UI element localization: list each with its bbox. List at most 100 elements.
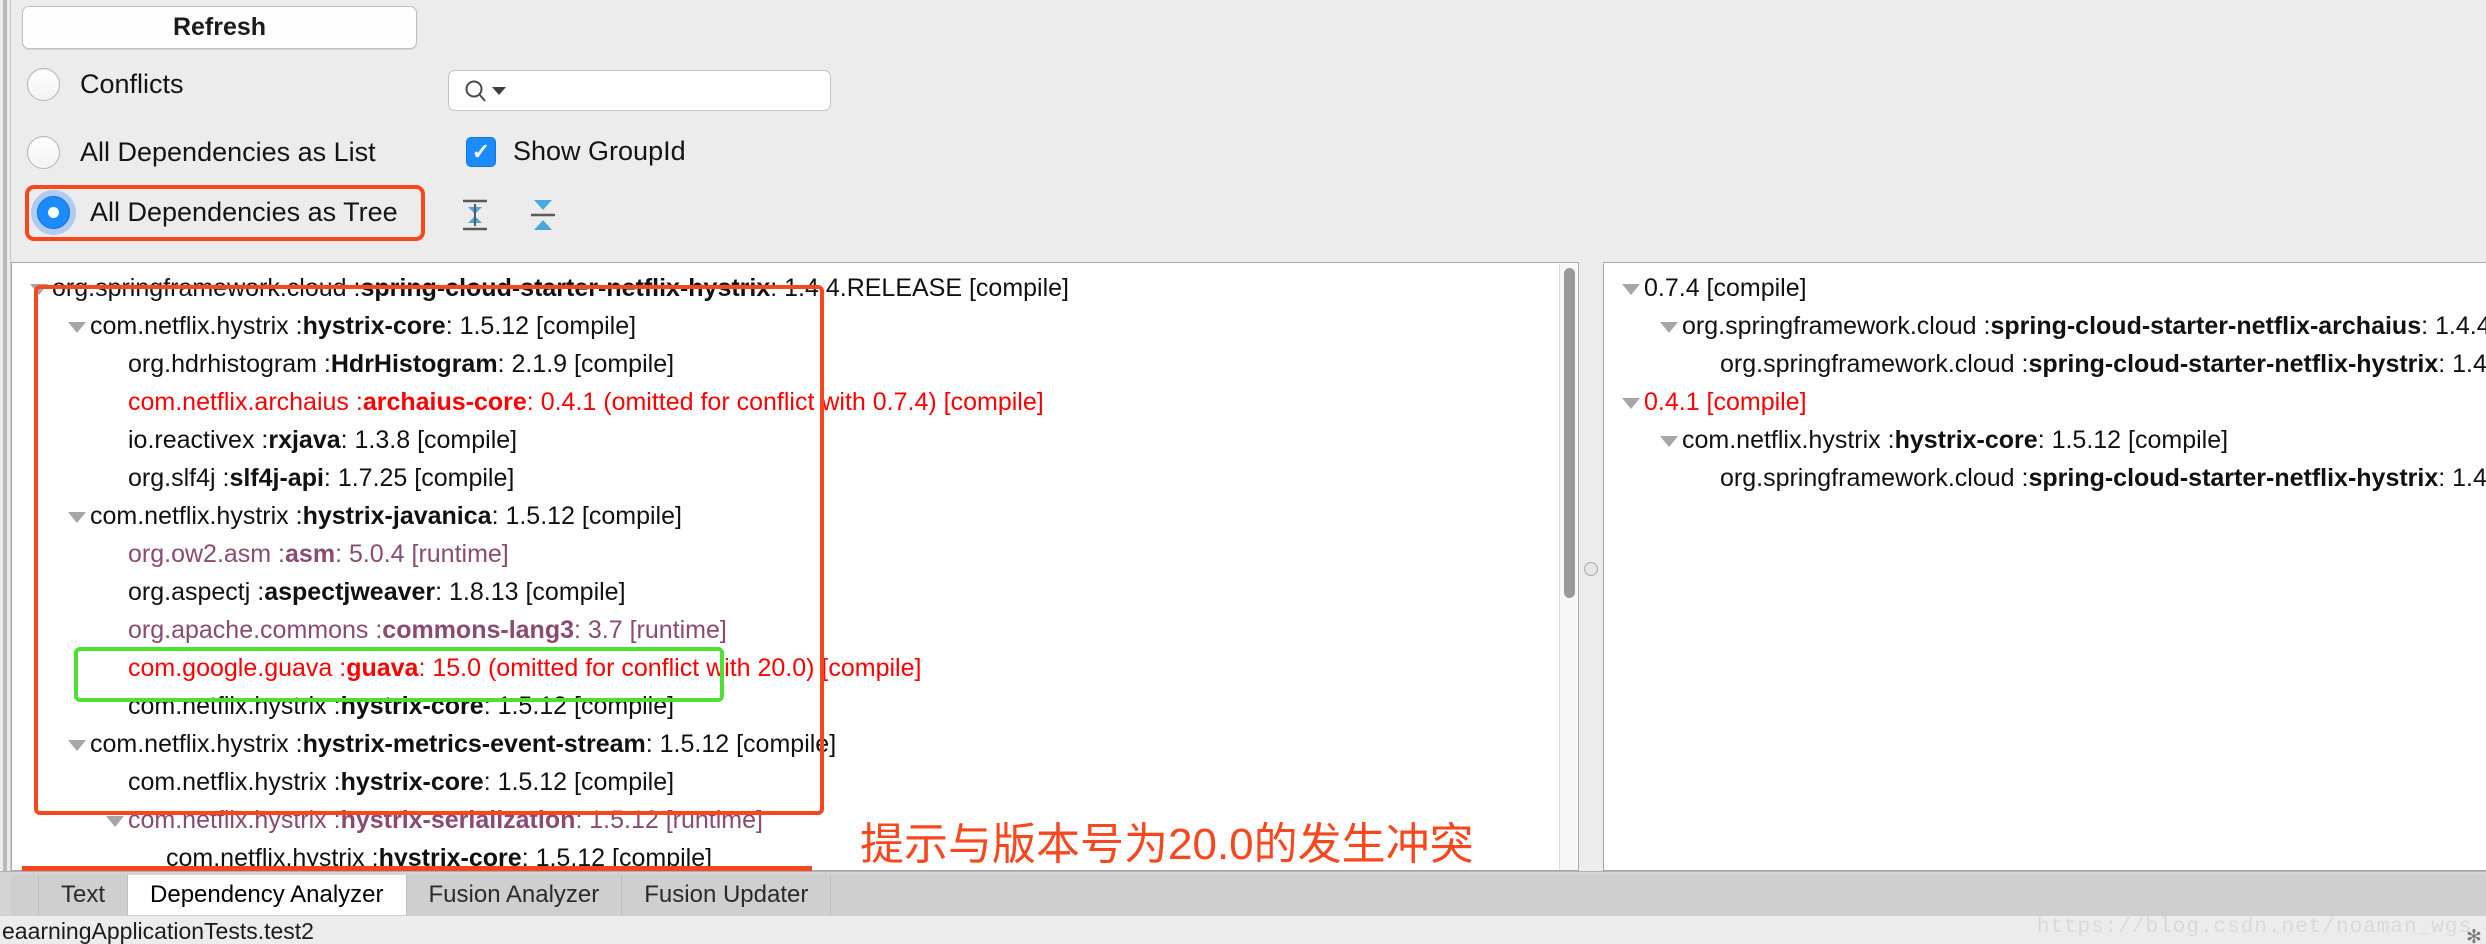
refresh-button[interactable]: Refresh <box>22 6 417 49</box>
pane-splitter[interactable] <box>1579 262 1603 871</box>
artifact-id-text: hystrix-serialization <box>340 805 576 834</box>
analyzer-panes: org.springframework.cloud : spring-cloud… <box>11 262 2486 871</box>
artifact-id-text: archaius-core <box>362 387 527 416</box>
tree-row[interactable]: com.netflix.hystrix : hystrix-javanica :… <box>12 497 1578 535</box>
tab-fusion-updater[interactable]: Fusion Updater <box>622 875 832 915</box>
radio-option-conflicts[interactable]: Conflicts <box>27 68 184 101</box>
tree-row-spacer <box>102 383 128 421</box>
tree-row[interactable]: com.netflix.hystrix : hystrix-serializat… <box>12 801 1578 839</box>
coordinate-text: org.aspectj : <box>128 577 265 606</box>
tree-row[interactable]: 0.7.4 [compile] <box>1604 269 2486 307</box>
dependency-tree-left[interactable]: org.springframework.cloud : spring-cloud… <box>12 263 1578 870</box>
coordinate-text: : 1.4.4.RELEASE [compile] <box>2438 463 2486 492</box>
tree-row[interactable]: org.springframework.cloud : spring-cloud… <box>1604 459 2486 497</box>
tab-text[interactable]: Text <box>39 875 129 915</box>
artifact-id-text: hystrix-javanica <box>302 501 492 530</box>
coordinate-text: : 1.3.8 [compile] <box>340 425 518 454</box>
tree-expand-arrow-icon[interactable] <box>1656 421 1682 459</box>
tree-row[interactable]: org.springframework.cloud : spring-cloud… <box>1604 345 2486 383</box>
tree-row-spacer <box>102 763 128 801</box>
tree-row[interactable]: org.slf4j : slf4j-api : 1.7.25 [compile] <box>12 459 1578 497</box>
tree-row[interactable]: org.springframework.cloud : spring-cloud… <box>1604 307 2486 345</box>
radio-indicator-conflicts[interactable] <box>27 68 60 101</box>
coordinate-text: : 1.5.12 [compile] <box>491 501 682 530</box>
splitter-knob[interactable] <box>1584 562 1598 576</box>
tree-row[interactable]: org.ow2.asm : asm : 5.0.4 [runtime] <box>12 535 1578 573</box>
radio-label-conflicts: Conflicts <box>80 69 184 99</box>
coordinate-text: org.hdrhistogram : <box>128 349 331 378</box>
tree-expand-arrow-icon[interactable] <box>1656 307 1682 345</box>
collapse-all-button[interactable] <box>524 196 562 234</box>
tree-row[interactable]: com.netflix.hystrix : hystrix-core : 1.5… <box>12 687 1578 725</box>
tree-expand-arrow-icon[interactable] <box>1618 383 1644 421</box>
status-bar: eaarningApplicationTests.test2 https://b… <box>0 915 2486 944</box>
tree-tool-buttons <box>456 196 562 234</box>
coordinate-text: com.netflix.hystrix : <box>128 691 341 720</box>
show-groupid-checkbox[interactable]: ✓ <box>466 136 496 167</box>
search-input[interactable] <box>515 77 815 104</box>
artifact-id-text: hystrix-core <box>340 691 484 720</box>
tree-expand-arrow-icon[interactable] <box>64 497 90 535</box>
tree-row-spacer <box>102 535 128 573</box>
tree-expand-arrow-icon[interactable] <box>1618 269 1644 307</box>
coordinate-text: : 1.4.4.RELEASE [compile] <box>770 273 1070 302</box>
radio-label-tree: All Dependencies as Tree <box>90 197 398 227</box>
tree-row[interactable]: org.aspectj : aspectjweaver : 1.8.13 [co… <box>12 573 1578 611</box>
tree-row[interactable]: org.hdrhistogram : HdrHistogram : 2.1.9 … <box>12 345 1578 383</box>
tree-row[interactable]: org.springframework.cloud : spring-cloud… <box>12 269 1578 307</box>
tree-row[interactable]: com.netflix.hystrix : hystrix-core : 1.5… <box>12 763 1578 801</box>
radio-indicator-list[interactable] <box>27 136 60 169</box>
tab-fusion-analyzer[interactable]: Fusion Analyzer <box>406 875 623 915</box>
tree-row-spacer <box>1694 345 1720 383</box>
radio-option-all-dependencies-as-tree[interactable]: All Dependencies as Tree <box>37 196 398 229</box>
tree-row[interactable]: com.google.guava : guava : 15.0 (omitted… <box>12 649 1578 687</box>
coordinate-text: com.netflix.archaius : <box>128 387 363 416</box>
tree-expand-arrow-icon[interactable] <box>26 269 52 307</box>
coordinate-text: com.netflix.hystrix : <box>90 311 303 340</box>
chevron-down-icon[interactable] <box>492 86 506 96</box>
coordinate-text: com.netflix.hystrix : <box>128 805 341 834</box>
show-groupid-label: Show GroupId <box>513 136 686 166</box>
artifact-id-text: commons-lang3 <box>382 615 574 644</box>
radio-option-all-dependencies-as-list[interactable]: All Dependencies as List <box>27 136 376 169</box>
coordinate-text: com.netflix.hystrix : <box>90 729 303 758</box>
show-groupid-checkbox-row[interactable]: ✓ Show GroupId <box>466 136 686 167</box>
tab-dependency-analyzer[interactable]: Dependency Analyzer <box>128 875 407 915</box>
watermark-url: https://blog.csdn.net/noaman_wgs <box>2036 916 2472 939</box>
artifact-id-text: hystrix-metrics-event-stream <box>302 729 646 758</box>
coordinate-text: : 1.5.12 [compile] <box>645 729 837 758</box>
coordinate-text: : 1.7.25 [compile] <box>323 463 515 492</box>
dependency-tree-left-pane[interactable]: org.springframework.cloud : spring-cloud… <box>11 262 1579 871</box>
expand-all-icon <box>463 199 487 231</box>
coordinate-text: com.google.guava : <box>128 653 347 682</box>
left-scroll-thumb[interactable] <box>1564 268 1575 598</box>
search-field[interactable] <box>448 70 831 111</box>
left-pane-scrollbar[interactable] <box>1559 264 1577 870</box>
tree-row[interactable]: com.netflix.hystrix : hystrix-core : 1.5… <box>1604 421 2486 459</box>
tree-expand-arrow-icon[interactable] <box>64 725 90 763</box>
coordinate-text: : 1.5.12 [runtime] <box>575 805 763 834</box>
dependency-tree-right[interactable]: 0.7.4 [compile] org.springframework.cloud… <box>1604 263 2486 497</box>
tree-row[interactable]: org.apache.commons : commons-lang3 : 3.7… <box>12 611 1578 649</box>
search-icon <box>465 80 486 102</box>
coordinate-text: : 1.5.12 [compile] <box>445 311 637 340</box>
tree-row[interactable]: 0.4.1 [compile] <box>1604 383 2486 421</box>
expand-all-button[interactable] <box>456 196 494 234</box>
coordinate-text: : 1.4.4.RELEASE [compile] <box>2438 349 2486 378</box>
tree-expand-arrow-icon[interactable] <box>102 801 128 839</box>
tree-row[interactable]: com.netflix.hystrix : hystrix-core : 1.5… <box>12 307 1578 345</box>
watermark-logo-icon: ✻ <box>2466 927 2482 944</box>
tree-expand-arrow-icon[interactable] <box>64 307 90 345</box>
tree-row[interactable]: com.netflix.archaius : archaius-core : 0… <box>12 383 1578 421</box>
radio-label-list: All Dependencies as List <box>80 137 376 167</box>
artifact-id-text: aspectjweaver <box>264 577 436 606</box>
radio-indicator-tree[interactable] <box>37 196 70 229</box>
coordinate-text: : 3.7 [runtime] <box>574 615 727 644</box>
tree-row[interactable]: com.netflix.hystrix : hystrix-metrics-ev… <box>12 725 1578 763</box>
coordinate-text: org.springframework.cloud : <box>1720 463 2029 492</box>
artifact-id-text: spring-cloud-starter-netflix-archaius <box>1990 311 2422 340</box>
tree-row[interactable]: io.reactivex : rxjava : 1.3.8 [compile] <box>12 421 1578 459</box>
dependency-tree-right-pane[interactable]: 0.7.4 [compile] org.springframework.cloud… <box>1603 262 2486 871</box>
artifact-id-text: spring-cloud-starter-netflix-hystrix <box>2028 349 2439 378</box>
artifact-id-text: HdrHistogram <box>330 349 498 378</box>
